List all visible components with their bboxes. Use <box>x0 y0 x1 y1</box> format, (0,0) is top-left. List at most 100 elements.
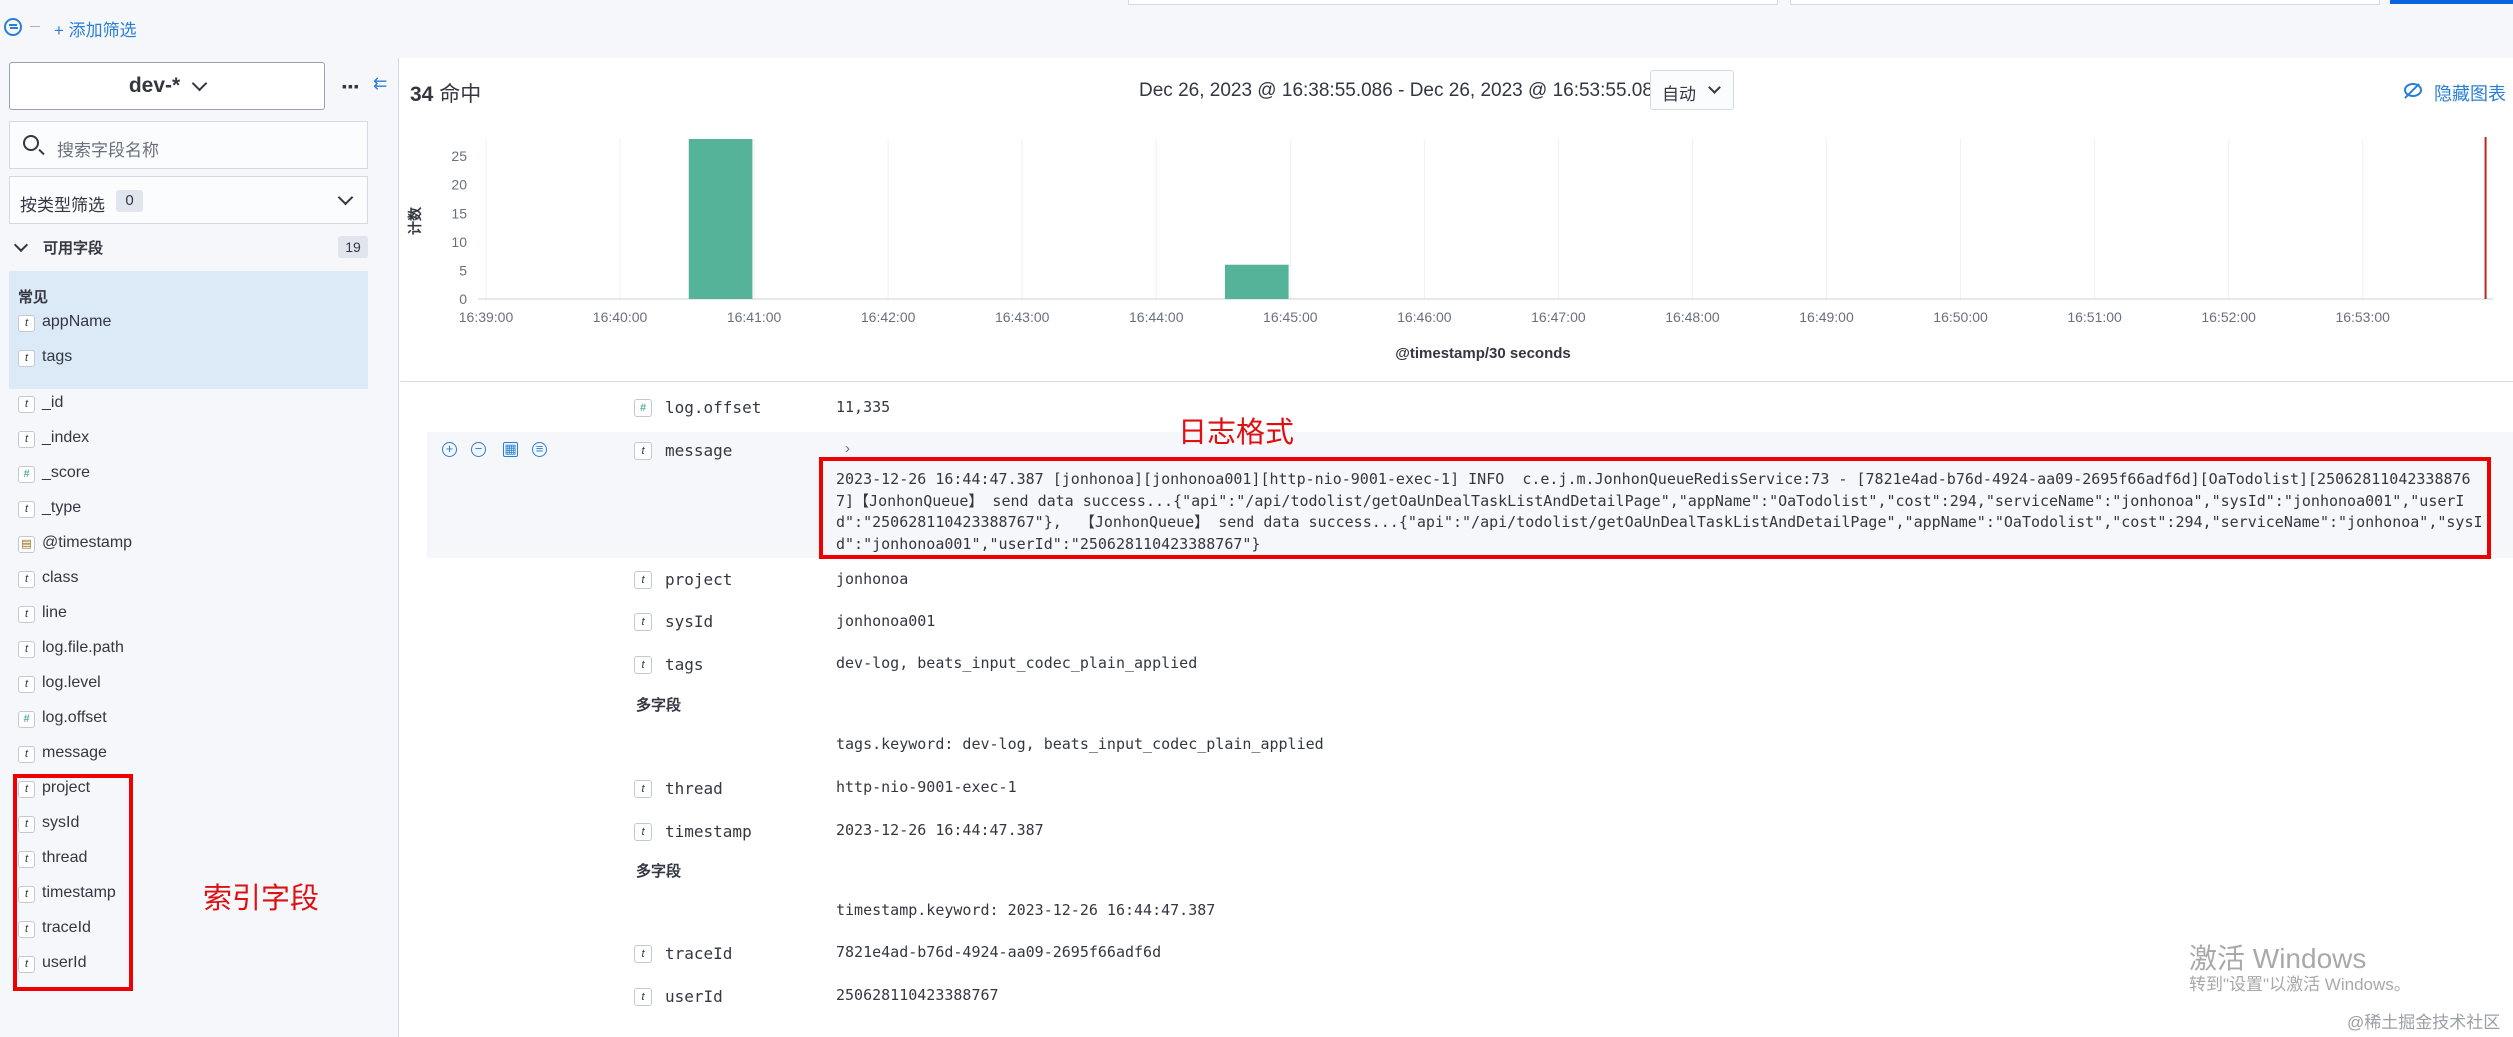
filter-exists-icon[interactable]: ≡ <box>532 442 547 457</box>
y-tick-label: 5 <box>459 262 467 278</box>
number-type-icon: # <box>18 466 35 483</box>
sidebar-field-name: _score <box>42 464 91 481</box>
type-filter-label: 按类型筛选 <box>20 196 105 215</box>
string-type-icon: t <box>18 396 35 413</box>
string-type-icon: t <box>18 315 35 332</box>
hits-number: 34 <box>410 83 434 106</box>
y-tick-label: 15 <box>451 205 467 221</box>
filter-options-icon[interactable] <box>4 18 22 36</box>
string-type-icon: t <box>634 823 652 841</box>
string-type-icon: t <box>18 641 35 658</box>
field-value-thread: http-nio-9001-exec-1 <box>836 778 1017 796</box>
string-type-icon: t <box>18 676 35 693</box>
histogram-bar[interactable] <box>688 139 753 299</box>
divider <box>30 26 40 27</box>
common-fields-label: 常见 <box>18 289 49 306</box>
y-tick-label: 20 <box>451 177 467 193</box>
available-fields-label: 可用字段 <box>43 240 104 257</box>
histogram-bar[interactable] <box>1224 264 1289 299</box>
string-type-icon: t <box>634 571 652 589</box>
x-tick-label: 16:39:00 <box>459 309 514 325</box>
sidebar-field-name: @timestamp <box>42 534 133 551</box>
type-filter-button[interactable]: 按类型筛选 0 <box>9 176 368 224</box>
field-value-timestamp-keyword: timestamp.keyword: 2023-12-26 16:44:47.3… <box>836 901 1216 919</box>
x-tick-label: 16:49:00 <box>1799 309 1854 325</box>
index-pattern-label: dev-* <box>128 74 181 97</box>
sidebar-field-name: _index <box>42 429 90 446</box>
available-fields-header[interactable]: 可用字段 19 <box>13 236 368 260</box>
x-tick-label: 16:53:00 <box>2335 309 2390 325</box>
field-value-project: jonhonoa <box>836 570 909 588</box>
string-type-icon: t <box>18 606 35 623</box>
x-tick-label: 16:48:00 <box>1665 309 1720 325</box>
available-fields-count: 19 <box>338 236 368 258</box>
field-search-input[interactable]: 搜索字段名称 <box>9 121 368 169</box>
sidebar-field-name: tags <box>42 348 73 365</box>
expand-chevron-icon[interactable]: › <box>845 440 850 457</box>
string-type-icon: t <box>634 988 652 1006</box>
chevron-down-icon <box>337 189 354 206</box>
field-value-sysid: jonhonoa001 <box>836 612 936 630</box>
number-type-icon: # <box>18 711 35 728</box>
string-type-icon: t <box>634 613 652 631</box>
x-tick-label: 16:51:00 <box>2067 309 2122 325</box>
query-input-edge[interactable] <box>1128 0 1778 5</box>
x-axis-label: @timestamp/30 seconds <box>1395 345 1571 362</box>
y-axis-label: 计数 <box>407 206 423 235</box>
more-options-icon[interactable]: ▪▪▪ <box>342 78 360 94</box>
annotation-log-format: 日志格式 <box>1178 415 1295 449</box>
sidebar-field-name: message <box>42 744 107 761</box>
calendar-icon: ▤ <box>18 536 35 553</box>
filter-for-value-icon[interactable]: + <box>442 442 457 457</box>
field-value-timestamp: 2023-12-26 16:44:47.387 <box>836 821 1044 839</box>
toggle-column-icon[interactable]: ▦ <box>503 442 518 457</box>
chevron-down-icon <box>191 75 208 91</box>
annotation-index-fields: 索引字段 <box>203 881 320 915</box>
windows-activation-hint: 转到"设置"以激活 Windows。 <box>2189 975 2411 994</box>
filter-out-value-icon[interactable]: − <box>471 442 486 457</box>
y-tick-label: 25 <box>451 148 467 164</box>
search-icon <box>23 135 39 151</box>
field-value-userid: 250628110423388767 <box>836 986 999 1004</box>
date-picker-edge[interactable] <box>1790 0 2380 5</box>
index-pattern-selector[interactable]: dev-* <box>9 62 325 110</box>
x-tick-label: 16:40:00 <box>593 309 648 325</box>
type-filter-count: 0 <box>116 190 143 212</box>
sidebar-field-name: class <box>42 569 79 586</box>
string-type-icon: t <box>18 746 35 763</box>
y-tick-label: 10 <box>451 234 467 250</box>
field-name-sysid: sysId <box>665 612 714 631</box>
collapse-sidebar-icon[interactable]: ⇇ <box>373 74 387 94</box>
multi-field-label: 多字段 <box>636 697 682 714</box>
hide-chart-button[interactable]: 隐藏图表 <box>2434 80 2506 106</box>
time-range: Dec 26, 2023 @ 16:38:55.086 - Dec 26, 20… <box>1139 80 1664 101</box>
chart-divider <box>400 381 2513 382</box>
filter-bar: + 添加筛选 <box>0 0 2513 58</box>
add-filter-button[interactable]: + 添加筛选 <box>54 16 137 41</box>
x-tick-label: 16:50:00 <box>1933 309 1988 325</box>
annotation-box-index-fields <box>13 774 133 991</box>
string-type-icon: t <box>634 945 652 963</box>
sidebar-field-name: line <box>42 604 67 621</box>
field-name-thread: thread <box>665 779 723 798</box>
field-value-tags: dev-log, beats_input_codec_plain_applied <box>836 654 1198 672</box>
field-name-traceid: traceId <box>665 944 733 963</box>
field-value-log-offset: 11,335 <box>836 398 891 416</box>
sidebar-field-name: log.offset <box>42 709 107 726</box>
field-value-tags-keyword: tags.keyword: dev-log, beats_input_codec… <box>836 735 1324 753</box>
refresh-button-edge[interactable] <box>2390 0 2513 4</box>
field-name-log-offset: log.offset <box>665 398 762 417</box>
x-tick-label: 16:47:00 <box>1531 309 1586 325</box>
annotation-box-log-format <box>819 457 2491 559</box>
x-tick-label: 16:43:00 <box>995 309 1050 325</box>
interval-select[interactable]: 自动 <box>1650 70 1734 110</box>
site-credit: @稀土掘金技术社区 <box>2347 1013 2501 1032</box>
field-name-message: message <box>665 441 733 460</box>
sidebar-field-name: _id <box>42 394 64 411</box>
x-tick-label: 16:46:00 <box>1397 309 1452 325</box>
histogram-chart[interactable]: 0 5 10 15 20 25 16:39:00 16:40:00 16:41:00 16:42… <box>400 125 2513 370</box>
string-type-icon: t <box>18 571 35 588</box>
y-tick-label: 0 <box>459 291 467 307</box>
eye-closed-icon[interactable] <box>2404 83 2422 97</box>
sidebar-field-name: appName <box>42 313 112 330</box>
